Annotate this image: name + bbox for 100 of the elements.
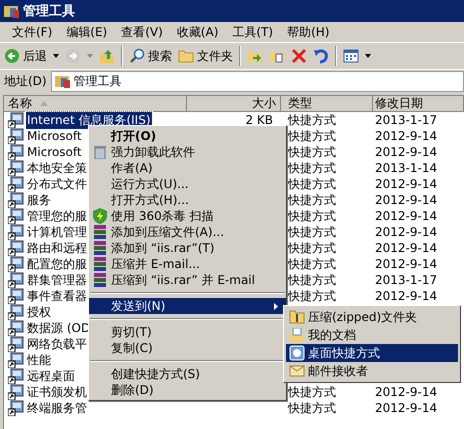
file-name[interactable]: 管理您的服: [26, 208, 88, 224]
menu-item[interactable]: 我的文档: [286, 326, 458, 344]
menu-item[interactable]: 工具(T): [232, 24, 274, 40]
folder-icon: [289, 328, 305, 342]
file-type: 快捷方式: [288, 256, 336, 270]
folders-button[interactable]: 文件夹: [178, 48, 233, 64]
modified-date: 2012-9-14: [375, 257, 438, 271]
column-header[interactable]: 大小: [187, 96, 281, 112]
folder-up-icon[interactable]: [99, 48, 115, 64]
menu-item[interactable]: 打开(O): [89, 128, 286, 144]
zip-folder-icon: [289, 310, 305, 324]
modified-date: 2012-9-14: [375, 145, 438, 159]
modified-date: 2012-9-14: [375, 209, 438, 223]
file-name[interactable]: Microsoft: [26, 145, 83, 159]
file-name[interactable]: 证书颁发机: [26, 384, 88, 400]
delete-icon[interactable]: [291, 48, 307, 64]
modified-date: 2013-1-14: [375, 161, 438, 175]
menu-item[interactable]: 查看(V): [121, 24, 163, 40]
modified-date: 2012-9-14: [375, 401, 438, 415]
menu-item[interactable]: 文件(F): [12, 24, 52, 40]
file-type: 快捷方式: [288, 224, 336, 238]
file-name[interactable]: 分布式文件: [26, 176, 88, 192]
shortcut-icon: [8, 304, 24, 320]
caret-icon[interactable]: [53, 54, 59, 58]
file-type: 快捷方式: [288, 128, 336, 142]
menu-item[interactable]: 复制(C): [89, 340, 286, 356]
file-name[interactable]: 网络负载平: [26, 336, 88, 352]
file-name[interactable]: 配置您的服: [26, 256, 88, 272]
menu-item[interactable]: 强力卸载此软件: [89, 144, 286, 160]
file-type: 快捷方式: [288, 112, 336, 126]
shortcut-icon: [8, 176, 24, 192]
book-stack-icon: [93, 225, 107, 239]
menu-item[interactable]: 桌面快捷方式: [286, 344, 458, 362]
menu-item[interactable]: 创建快捷方式(S): [89, 366, 286, 382]
search-button[interactable]: 搜索: [129, 48, 172, 64]
menu-item[interactable]: 删除(D): [89, 382, 286, 398]
menu-item[interactable]: 作者(A): [89, 160, 286, 176]
file-size: 2 KB: [245, 113, 273, 127]
shortcut-icon: [8, 208, 24, 224]
envelope-icon: [289, 365, 305, 377]
file-name[interactable]: Microsoft: [26, 129, 83, 143]
book-stack-icon: [93, 241, 107, 255]
back-button[interactable]: 后退: [4, 48, 47, 64]
copy-to-icon[interactable]: [269, 48, 285, 64]
menu-item[interactable]: 打开方式(H)...: [89, 192, 286, 208]
column-header[interactable]: 类型: [281, 96, 373, 112]
views-icon[interactable]: [343, 48, 359, 64]
menu-item[interactable]: 压缩到 “iis.rar” 并 E-mail: [89, 272, 286, 288]
file-name[interactable]: 路由和远程: [26, 240, 88, 256]
file-name[interactable]: 事件查看器: [26, 288, 88, 304]
folder-icon: [178, 49, 194, 63]
file-type: 快捷方式: [288, 288, 336, 302]
file-name[interactable]: 终端服务管: [26, 400, 88, 416]
column-header[interactable]: 修改日期: [373, 96, 464, 112]
caret-icon[interactable]: [365, 54, 371, 58]
bin-icon: [94, 145, 106, 159]
menu-item[interactable]: 收藏(A): [176, 24, 218, 40]
book-stack-icon: [93, 273, 107, 287]
menu-item[interactable]: 运行方式(U)...: [89, 176, 286, 192]
modified-date: 2012-9-14: [375, 241, 438, 255]
menu-item[interactable]: 压缩并 E-mail...: [89, 256, 286, 272]
folder-tools-icon: [4, 4, 20, 18]
file-name[interactable]: 本地安全策: [26, 160, 88, 176]
modified-date: 2012-9-14: [375, 129, 438, 143]
shortcut-icon: [8, 368, 24, 384]
search-icon: [129, 48, 145, 64]
menu-item[interactable]: 使用 360杀毒 扫描: [89, 208, 286, 224]
file-type: 快捷方式: [288, 160, 336, 174]
menu-item[interactable]: 压缩(zipped)文件夹: [286, 308, 458, 326]
menu-item[interactable]: 添加到 “iis.rar”(T): [89, 240, 286, 256]
modified-date: 2013-1-17: [375, 273, 438, 287]
file-name[interactable]: 服务: [26, 192, 52, 208]
shortcut-icon: [8, 112, 24, 128]
shortcut-icon: [8, 272, 24, 288]
menu-item[interactable]: 帮助(H): [287, 24, 330, 40]
modified-date: 2012-9-14: [375, 289, 438, 303]
menu-item[interactable]: 邮件接收者: [286, 362, 458, 380]
book-stack-icon: [93, 257, 107, 271]
menu-item[interactable]: 添加到压缩文件(A)...: [89, 224, 286, 240]
shortcut-icon: [8, 160, 24, 176]
file-type: 快捷方式: [288, 208, 336, 222]
shortcut-icon: [8, 336, 24, 352]
file-name[interactable]: 群集管理器: [26, 272, 88, 288]
menu-item[interactable]: 发送到(N): [89, 298, 286, 314]
file-name[interactable]: 远程桌面: [26, 368, 76, 384]
window-title: 管理工具: [23, 3, 75, 20]
shortcut-icon: [8, 144, 24, 160]
file-name[interactable]: 授权: [26, 304, 52, 320]
menu-item[interactable]: 剪切(T): [89, 324, 286, 340]
move-to-icon[interactable]: [247, 48, 263, 64]
modified-date: 2013-1-17: [375, 113, 438, 127]
address-field[interactable]: 管理工具: [50, 70, 464, 92]
file-name[interactable]: 性能: [26, 352, 52, 368]
modified-date: 2012-9-14: [375, 385, 438, 399]
shortcut-icon: [8, 320, 24, 336]
file-type: 快捷方式: [288, 176, 336, 190]
menu-item[interactable]: 编辑(E): [66, 24, 108, 40]
file-name[interactable]: 计算机管理: [26, 224, 88, 240]
file-type: 快捷方式: [288, 400, 336, 414]
undo-icon[interactable]: [313, 48, 329, 64]
